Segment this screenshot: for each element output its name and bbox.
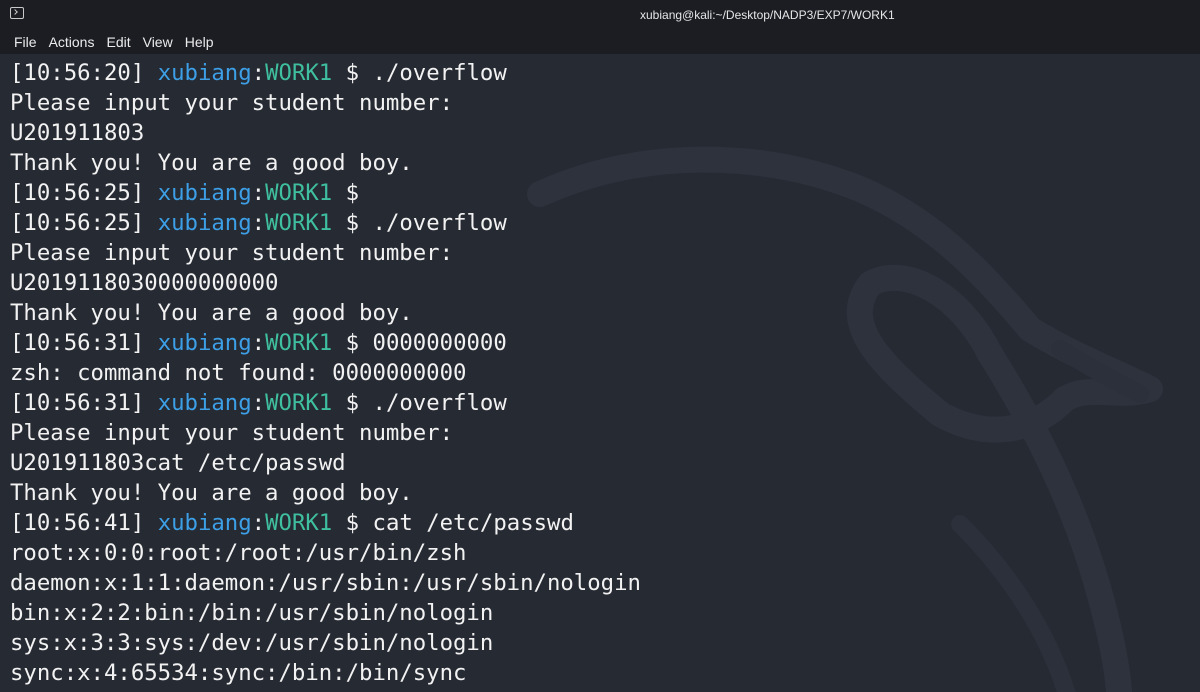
prompt-symbol: $ [345,180,360,206]
prompt-time: [10:56:20] [10,60,145,86]
prompt-line: [10:56:31] xubiang:WORK1 $ 0000000000 [10,328,641,358]
terminal-icon [10,7,24,19]
output-line: zsh: command not found: 0000000000 [10,360,467,386]
output-line: Thank you! You are a good boy. [10,480,413,506]
prompt-colon: : [251,330,266,356]
prompt-colon: : [251,210,266,236]
terminal-output-area[interactable]: [10:56:20] xubiang:WORK1 $ ./overflow Pl… [0,54,1200,692]
menu-bar: File Actions Edit View Help [0,30,1200,54]
prompt-directory: WORK1 [265,60,333,86]
menu-view[interactable]: View [137,30,179,54]
prompt-line: [10:56:41] xubiang:WORK1 $ cat /etc/pass… [10,508,641,538]
prompt-directory: WORK1 [265,330,333,356]
prompt-user: xubiang [157,510,252,536]
prompt-user: xubiang [157,60,252,86]
output-line: root:x:0:0:root:/root:/usr/bin/zsh [10,540,467,566]
prompt-symbol: $ [345,510,360,536]
prompt-symbol: $ [345,210,360,236]
prompt-directory: WORK1 [265,210,333,236]
menu-help[interactable]: Help [179,30,220,54]
prompt-directory: WORK1 [265,180,333,206]
prompt-symbol: $ [345,60,360,86]
output-line: U201911803 [10,120,145,146]
prompt-colon: : [251,390,266,416]
output-line: daemon:x:1:1:daemon:/usr/sbin:/usr/sbin/… [10,570,641,596]
prompt-time: [10:56:25] [10,210,145,236]
prompt-colon: : [251,60,266,86]
output-line: Thank you! You are a good boy. [10,300,413,326]
title-bar[interactable]: xubiang@kali:~/Desktop/NADP3/EXP7/WORK1 [0,0,1200,30]
terminal-window: xubiang@kali:~/Desktop/NADP3/EXP7/WORK1 … [0,0,1200,692]
prompt-directory: WORK1 [265,390,333,416]
prompt-line: [10:56:20] xubiang:WORK1 $ ./overflow [10,58,641,88]
output-line: sys:x:3:3:sys:/dev:/usr/sbin/nologin [10,630,494,656]
prompt-line: [10:56:31] xubiang:WORK1 $ ./overflow [10,388,641,418]
prompt-user: xubiang [157,330,252,356]
prompt-colon: : [251,510,266,536]
prompt-user: xubiang [157,390,252,416]
menu-actions[interactable]: Actions [43,30,101,54]
prompt-line: [10:56:25] xubiang:WORK1 $ ./overflow [10,208,641,238]
prompt-user: xubiang [157,210,252,236]
prompt-time: [10:56:31] [10,390,145,416]
terminal-lines: [10:56:20] xubiang:WORK1 $ ./overflow Pl… [10,58,641,688]
output-line: sync:x:4:65534:sync:/bin:/bin/sync [10,660,467,686]
prompt-directory: WORK1 [265,510,333,536]
output-line: Please input your student number: [10,240,453,266]
prompt-command: ./overflow [372,210,507,236]
menu-file[interactable]: File [8,30,43,54]
window-title: xubiang@kali:~/Desktop/NADP3/EXP7/WORK1 [640,8,895,22]
prompt-time: [10:56:41] [10,510,145,536]
prompt-time: [10:56:25] [10,180,145,206]
prompt-command: ./overflow [372,60,507,86]
output-line: Please input your student number: [10,420,453,446]
output-line: U2019118030000000000 [10,270,279,296]
output-line: Thank you! You are a good boy. [10,150,413,176]
output-line: bin:x:2:2:bin:/bin:/usr/sbin/nologin [10,600,494,626]
prompt-time: [10:56:31] [10,330,145,356]
prompt-line: [10:56:25] xubiang:WORK1 $ [10,178,641,208]
prompt-symbol: $ [345,330,360,356]
output-line: U201911803cat /etc/passwd [10,450,346,476]
prompt-command: cat /etc/passwd [372,510,574,536]
prompt-command: ./overflow [372,390,507,416]
prompt-symbol: $ [345,390,360,416]
prompt-command: 0000000000 [372,330,507,356]
output-line: Please input your student number: [10,90,453,116]
prompt-user: xubiang [157,180,252,206]
menu-edit[interactable]: Edit [100,30,136,54]
prompt-colon: : [251,180,266,206]
